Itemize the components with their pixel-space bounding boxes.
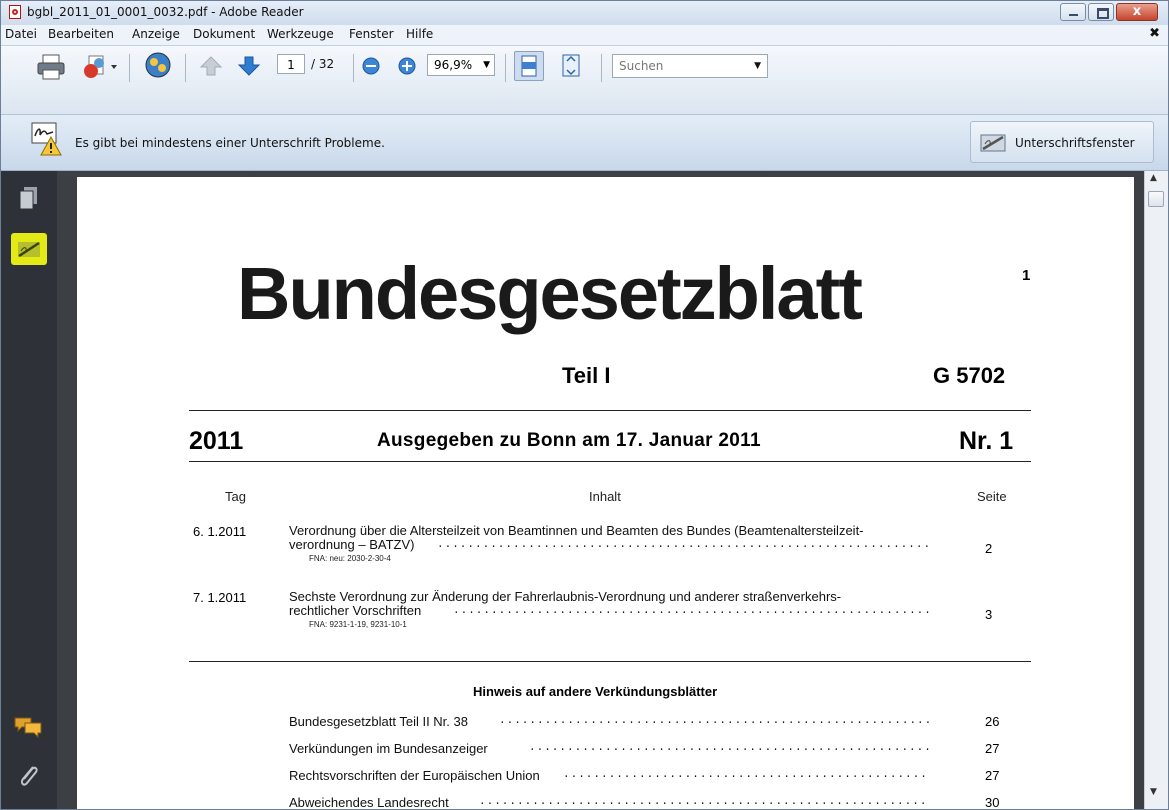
- publication-code: G 5702: [933, 363, 1006, 388]
- search-input[interactable]: Suchen ▼: [612, 54, 768, 78]
- zoom-select[interactable]: 96,9% ▼: [427, 54, 495, 76]
- menu-bearbeiten[interactable]: Bearbeiten: [48, 27, 114, 41]
- column-header-date: Tag: [225, 489, 246, 504]
- prev-page-icon[interactable]: [199, 54, 223, 78]
- menu-fenster[interactable]: Fenster: [349, 27, 394, 41]
- minimize-button[interactable]: [1060, 3, 1086, 21]
- maximize-button[interactable]: [1088, 3, 1114, 21]
- window-controls: x: [1060, 3, 1158, 21]
- zoom-value: 96,9%: [434, 58, 473, 72]
- menu-werkzeuge[interactable]: Werkzeuge: [267, 27, 334, 41]
- reference-page: 27: [985, 768, 1000, 783]
- divider: [189, 461, 1031, 462]
- scroll-up-icon[interactable]: ▲: [1150, 173, 1157, 183]
- menu-dokument[interactable]: Dokument: [193, 27, 255, 41]
- column-header-contents: Inhalt: [589, 489, 621, 504]
- leader-dots: ........................................…: [437, 539, 929, 551]
- vertical-scrollbar[interactable]: ▲ ▼: [1144, 171, 1168, 809]
- print-icon[interactable]: [35, 53, 67, 81]
- reference-page: 30: [985, 795, 1000, 810]
- issue-number: Nr. 1: [959, 427, 1014, 455]
- toolbar-separator: [185, 54, 186, 82]
- entry-title-line1: Sechste Verordnung zur Änderung der Fahr…: [289, 589, 842, 604]
- fit-width-button[interactable]: [514, 51, 544, 81]
- entry-date: 7. 1.2011: [193, 590, 247, 605]
- issue-year: 2011: [189, 427, 244, 455]
- column-header-page: Seite: [977, 489, 1007, 504]
- zoom-out-icon[interactable]: [361, 56, 381, 76]
- signature-warning-icon: [31, 122, 62, 156]
- reference-page: 26: [985, 714, 1000, 729]
- reference-label: Bundesgesetzblatt Teil II Nr. 38: [289, 714, 468, 729]
- scroll-down-icon[interactable]: ▼: [1150, 787, 1157, 797]
- navigation-pane: [1, 171, 57, 809]
- entry-page: 3: [985, 607, 993, 622]
- reference-label: Abweichendes Landesrecht: [289, 795, 449, 810]
- attachments-icon[interactable]: [15, 761, 41, 791]
- menu-bar: Datei Bearbeiten Anzeige Dokument Werkze…: [1, 25, 1168, 46]
- signature-panel-label: Unterschriftsfenster: [1015, 136, 1135, 150]
- menu-datei[interactable]: Datei: [5, 27, 37, 41]
- reference-page: 27: [985, 741, 1000, 756]
- toolbar-separator: [353, 54, 354, 82]
- entry-fna: FNA: 9231-1-19, 9231-10-1: [309, 620, 407, 629]
- toolbar: 1 / 32 96,9% ▼ Suchen ▼: [1, 46, 1168, 115]
- zoom-in-icon[interactable]: [397, 56, 417, 76]
- next-page-icon[interactable]: [237, 54, 261, 78]
- close-document-icon[interactable]: ✖: [1149, 26, 1160, 41]
- scrollbar-thumb[interactable]: [1148, 191, 1164, 207]
- fit-width-icon: [521, 55, 537, 77]
- page-number: 1: [1022, 267, 1031, 284]
- page-number-input[interactable]: 1: [277, 54, 305, 74]
- chevron-down-icon: ▼: [483, 60, 490, 70]
- leader-dots: ........................................…: [479, 796, 929, 808]
- toolbar-separator: [505, 54, 506, 82]
- menu-hilfe[interactable]: Hilfe: [406, 27, 433, 41]
- create-icon[interactable]: [81, 53, 121, 81]
- part-label: Teil I: [562, 363, 611, 388]
- page-total: / 32: [311, 57, 335, 71]
- divider: [189, 410, 1031, 411]
- leader-dots: ........................................…: [529, 742, 929, 754]
- signature-panel-button[interactable]: Unterschriftsfenster: [970, 121, 1154, 163]
- document-viewport[interactable]: Bundesgesetzblatt 1 Teil I G 5702 2011 A…: [57, 171, 1144, 810]
- reference-label: Rechtsvorschriften der Europäischen Unio…: [289, 768, 540, 783]
- comments-icon[interactable]: [13, 715, 43, 739]
- pdf-file-icon: [9, 5, 21, 19]
- entry-page: 2: [985, 541, 993, 556]
- app-window: bgbl_2011_01_0001_0032.pdf - Adobe Reade…: [0, 0, 1169, 810]
- notice-heading: Hinweis auf andere Verkündungsblätter: [473, 684, 718, 699]
- collaborate-icon[interactable]: [141, 50, 175, 82]
- signature-pen-icon: [980, 134, 1006, 152]
- entry-title-line1: Verordnung über die Altersteilzeit von B…: [289, 523, 864, 538]
- entry-title-line2: verordnung – BATZV): [289, 537, 415, 552]
- title-bar: bgbl_2011_01_0001_0032.pdf - Adobe Reade…: [1, 1, 1168, 25]
- leader-dots: ........................................…: [563, 769, 929, 781]
- close-button[interactable]: x: [1116, 3, 1158, 21]
- menu-anzeige[interactable]: Anzeige: [132, 27, 180, 41]
- signature-warning-text: Es gibt bei mindestens einer Unterschrif…: [75, 136, 385, 150]
- divider: [189, 661, 1031, 662]
- window-title: bgbl_2011_01_0001_0032.pdf - Adobe Reade…: [27, 5, 304, 19]
- toolbar-separator: [601, 54, 602, 82]
- masthead-title: Bundesgesetzblatt: [237, 252, 863, 335]
- issue-date-line: Ausgegeben zu Bonn am 17. Januar 2011: [377, 430, 761, 451]
- signatures-icon[interactable]: [15, 239, 45, 261]
- pages-icon[interactable]: [17, 185, 41, 213]
- leader-dots: ........................................…: [499, 715, 929, 727]
- chevron-down-icon[interactable]: ▼: [754, 55, 761, 77]
- entry-date: 6. 1.2011: [193, 524, 247, 539]
- pdf-page: Bundesgesetzblatt 1 Teil I G 5702 2011 A…: [77, 177, 1134, 810]
- entry-fna: FNA: neu: 2030-2-30-4: [309, 554, 391, 563]
- reference-label: Verkündungen im Bundesanzeiger: [289, 741, 488, 756]
- entry-title-line2: rechtlicher Vorschriften: [289, 603, 422, 618]
- fit-page-icon[interactable]: [557, 52, 585, 80]
- leader-dots: ........................................…: [453, 605, 929, 617]
- search-placeholder: Suchen: [619, 59, 664, 73]
- close-icon: x: [1132, 4, 1142, 19]
- signature-message-bar: Es gibt bei mindestens einer Unterschrif…: [1, 115, 1168, 171]
- toolbar-separator: [129, 54, 130, 82]
